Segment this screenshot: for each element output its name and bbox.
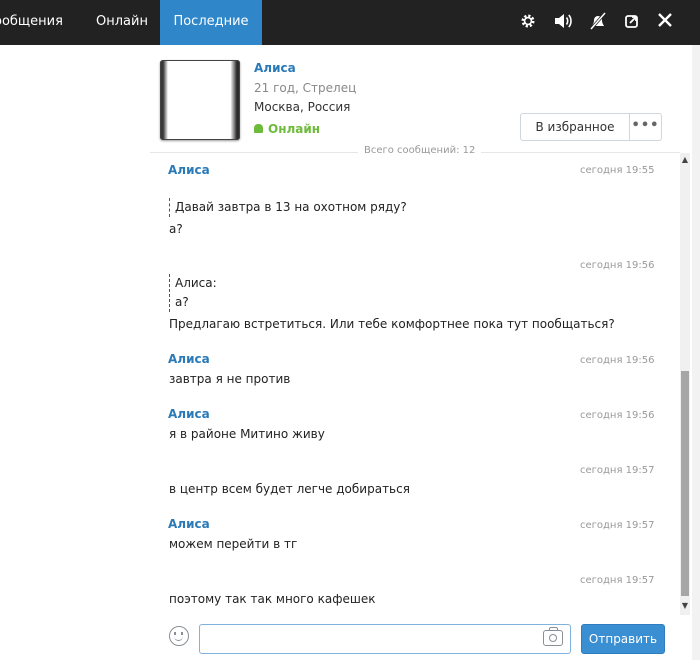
total-messages-divider: Всего сообщений: 12 [150, 145, 680, 159]
online-status: Онлайн [254, 122, 320, 136]
more-options-button[interactable]: ••• [629, 113, 662, 141]
avatar[interactable] [160, 60, 240, 140]
message-text: в центр всем будет легче добираться [169, 482, 410, 496]
profile-city: Москва, Россия [254, 100, 351, 114]
right-panel-edge [692, 45, 700, 660]
tab-online[interactable]: Онлайн [96, 0, 148, 45]
android-icon [254, 124, 263, 133]
left-panel [0, 45, 150, 660]
message-text: Предлагаю встретиться. Или тебе комфортн… [169, 317, 615, 331]
message-author[interactable]: Алиса [168, 407, 210, 421]
message-time: сегодня 19:55 [580, 165, 655, 176]
restore-icon[interactable] [622, 12, 642, 32]
message-author[interactable]: Алиса [168, 163, 210, 177]
message-time: сегодня 19:56 [580, 410, 655, 421]
quote-line: Алиса: [175, 276, 217, 290]
tab-recent[interactable]: Последние [160, 0, 262, 45]
scrollbar-thumb[interactable] [681, 371, 689, 596]
close-icon[interactable] [655, 12, 675, 32]
mute-icon[interactable] [588, 12, 608, 32]
emoji-icon[interactable] [169, 626, 189, 646]
message-text: я в районе Митино живу [169, 427, 325, 441]
scroll-down-arrow-icon[interactable]: ▼ [680, 601, 690, 610]
message-input[interactable] [199, 624, 571, 654]
send-button[interactable]: Отправить [581, 624, 665, 654]
message-author[interactable]: Алиса [168, 517, 210, 531]
total-messages-label: Всего сообщений: 12 [358, 145, 482, 156]
message-text: можем перейти в тг [169, 537, 298, 551]
message-time: сегодня 19:57 [580, 575, 655, 586]
top-bar: ообщения Онлайн Последние [0, 0, 700, 45]
speaker-icon[interactable] [553, 12, 573, 32]
message-time: сегодня 19:56 [580, 260, 655, 271]
online-status-label: Онлайн [268, 122, 321, 136]
message-time: сегодня 19:57 [580, 520, 655, 531]
message-time: сегодня 19:57 [580, 465, 655, 476]
gear-icon[interactable] [518, 12, 538, 32]
profile-card: Алиса 21 год, Стрелец Москва, Россия Онл… [150, 45, 692, 153]
add-to-favorites-button[interactable]: В избранное [520, 113, 630, 141]
message-quote: Алиса: а? [169, 274, 217, 312]
scroll-up-arrow-icon[interactable]: ▲ [680, 155, 690, 164]
message-list: Алиса сегодня 19:55 Давай завтра в 13 на… [150, 160, 680, 615]
quote-line: Давай завтра в 13 на охотном ряду? [175, 200, 407, 214]
quote-line: а? [175, 295, 189, 309]
camera-icon[interactable] [543, 627, 563, 646]
message-text: а? [169, 222, 183, 236]
tab-messages[interactable]: ообщения [0, 0, 63, 45]
profile-age: 21 год, Стрелец [254, 81, 357, 95]
message-author[interactable]: Алиса [168, 352, 210, 366]
message-text: поэтому так так много кафешек [169, 592, 376, 606]
scrollbar[interactable]: ▲ ▼ [680, 153, 690, 615]
profile-name[interactable]: Алиса [254, 61, 296, 75]
message-time: сегодня 19:56 [580, 355, 655, 366]
message-text: завтра я не против [169, 372, 291, 386]
message-composer: Отправить [150, 615, 692, 660]
message-quote: Давай завтра в 13 на охотном ряду? [169, 198, 407, 217]
